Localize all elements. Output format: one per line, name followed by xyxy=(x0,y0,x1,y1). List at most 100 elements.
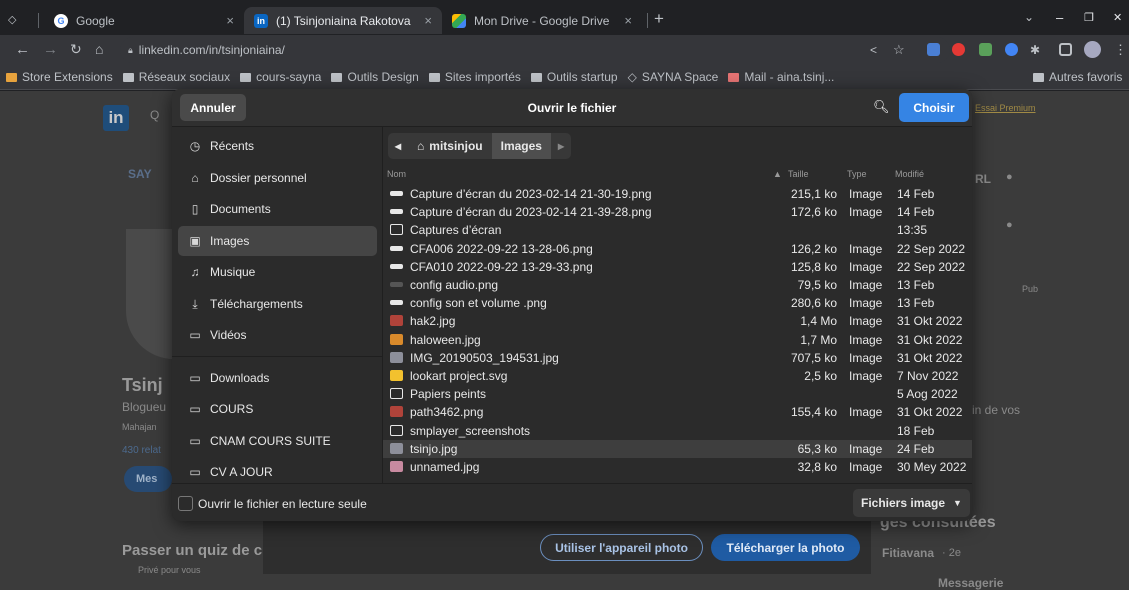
messaging-tab[interactable]: Messagerie xyxy=(938,576,1003,590)
bookmark-folder[interactable]: Outils Design xyxy=(331,70,419,84)
reload-icon[interactable]: ↻ xyxy=(70,41,82,58)
bookmark-store-extensions[interactable]: Store Extensions xyxy=(6,70,113,84)
file-row[interactable]: config son et volume .png 280,6 ko Image 13… xyxy=(383,294,972,312)
file-row[interactable]: Capture d’écran du 2023-02-14 21-39-28.p… xyxy=(383,203,972,221)
tab-list-icon[interactable]: ⌄ xyxy=(1024,10,1034,24)
extension-icon[interactable] xyxy=(979,43,992,56)
share-icon[interactable]: < xyxy=(870,43,877,57)
person-name[interactable]: Fitiavana xyxy=(882,546,934,560)
avatar[interactable] xyxy=(1084,41,1101,58)
home-icon[interactable]: ⌂ xyxy=(95,41,103,57)
path-segment-images[interactable]: Images xyxy=(491,133,551,159)
column-size[interactable]: Taille xyxy=(788,169,809,179)
sidebar-item-music[interactable]: ♫ Musique xyxy=(178,257,377,287)
close-icon[interactable]: × xyxy=(416,13,432,28)
path-forward-button[interactable]: ▸ xyxy=(550,133,572,159)
bookmark-folder[interactable]: Sites importés xyxy=(428,70,521,84)
file-row[interactable]: tsinjo.jpg 65,3 ko Image 24 Feb xyxy=(383,439,972,458)
sidebar-item-cnam[interactable]: ▭ CNAM COURS SUITE xyxy=(178,426,377,456)
file-row[interactable]: hak2.jpg 1,4 Mo Image 31 Okt 2022 xyxy=(383,312,972,330)
dialog-title: Ouvrir le fichier xyxy=(527,101,617,115)
new-tab-button[interactable]: + xyxy=(654,9,664,29)
sidepanel-icon[interactable] xyxy=(1059,43,1072,56)
bookmark-sayna-space[interactable]: ◇ SAYNA Space xyxy=(628,70,719,84)
minimize-icon[interactable]: – xyxy=(1056,10,1063,25)
file-row[interactable]: path3462.png 155,4 ko Image 31 Okt 2022 xyxy=(383,403,972,421)
column-name[interactable]: Nom xyxy=(387,169,406,179)
bookmark-folder[interactable]: Outils startup xyxy=(530,70,618,84)
bookmark-star-icon[interactable]: ☆ xyxy=(893,42,905,58)
back-icon[interactable]: ← xyxy=(15,41,30,58)
path-segment-home[interactable]: ⌂ mitsinjou xyxy=(408,133,492,159)
bookmark-mail[interactable]: Mail - aina.tsinj... xyxy=(728,70,834,84)
use-camera-button[interactable]: Utiliser l'appareil photo xyxy=(540,534,703,561)
path-back-button[interactable]: ◂ xyxy=(388,133,409,159)
file-name: CFA006 2022-09-22 13-28-06.png xyxy=(410,241,593,256)
file-row[interactable]: config audio.png 79,5 ko Image 13 Feb xyxy=(383,276,972,294)
folder-icon: ▭ xyxy=(189,465,201,479)
file-row[interactable]: CFA010 2022-09-22 13-29-33.png 125,8 ko Im… xyxy=(383,258,972,276)
tab-google[interactable]: G Google × xyxy=(44,7,244,34)
upload-photo-button[interactable]: Télécharger la photo xyxy=(711,534,860,561)
file-row[interactable]: haloween.jpg 1,7 Mo Image 31 Okt 2022 xyxy=(383,331,972,349)
menu-icon[interactable]: ⋮ xyxy=(1114,42,1127,58)
extensions-puzzle-icon[interactable]: ✱ xyxy=(1030,43,1040,57)
bookmark-folder[interactable]: cours-sayna xyxy=(240,70,321,84)
file-row[interactable]: Capture d’écran du 2023-02-14 21-30-19.p… xyxy=(383,185,972,203)
sidebar-item-cours[interactable]: ▭ COURS xyxy=(178,394,377,424)
file-size: 32,8 ko xyxy=(797,460,837,474)
search-icon[interactable]: 🔍︎ xyxy=(873,99,890,115)
adblock-extension-icon[interactable] xyxy=(952,43,965,56)
column-type[interactable]: Type xyxy=(847,169,867,179)
file-name: config audio.png xyxy=(410,278,499,292)
file-row[interactable]: smplayer_screenshots 18 Feb xyxy=(383,422,972,440)
sidebar-item-recents[interactable]: ◷ Récents xyxy=(178,131,377,161)
file-modified: 24 Feb xyxy=(897,441,935,456)
file-type: Image xyxy=(849,332,883,347)
tab-linkedin[interactable]: in (1) Tsinjoniaina Rakotova × xyxy=(244,7,442,34)
help-icon[interactable]: ● xyxy=(1006,219,1013,231)
sidebar-item-videos[interactable]: ▭ Vidéos xyxy=(178,320,377,350)
file-row[interactable]: IMG_20190503_194531.jpg 707,5 ko Image 31 O… xyxy=(383,349,972,367)
help-icon[interactable]: ● xyxy=(1006,171,1013,183)
google-favicon-icon: G xyxy=(54,13,68,28)
extension-icon[interactable] xyxy=(1005,43,1018,56)
file-row[interactable]: unnamed.jpg 32,8 ko Image 30 Mey 2022 xyxy=(383,458,972,476)
file-modified: 14 Feb xyxy=(897,205,935,220)
file-type-filter[interactable]: Fichiers image ▼ xyxy=(853,489,970,517)
bookmark-other-folder[interactable]: Autres favoris xyxy=(1033,70,1122,84)
sidebar-item-downloads[interactable]: ⤓ Téléchargements xyxy=(178,289,377,319)
search-icon[interactable]: Q xyxy=(150,108,159,122)
premium-link[interactable]: Essai Premium xyxy=(975,103,1036,113)
close-window-icon[interactable]: ✕ xyxy=(1113,11,1122,24)
profile-open-button[interactable]: Mes xyxy=(124,466,172,492)
address-bar[interactable]: 🔒︎ linkedin.com/in/tsinjoniaina/ xyxy=(120,37,950,63)
extension-icon[interactable] xyxy=(927,43,940,56)
sidebar-item-home[interactable]: ⌂ Dossier personnel xyxy=(178,163,377,193)
sidebar-item-label: Dossier personnel xyxy=(210,171,307,185)
profile-connections[interactable]: 430 relat xyxy=(122,445,161,456)
linkedin-logo[interactable]: in xyxy=(103,105,129,131)
tab-search-icon[interactable]: ◇ xyxy=(8,13,16,26)
mail-icon xyxy=(728,72,740,82)
tab-label: Mon Drive - Google Drive xyxy=(474,13,610,28)
file-row[interactable]: CFA006 2022-09-22 13-28-06.png 126,2 ko Im… xyxy=(383,240,972,258)
sidebar-item-images[interactable]: ▣ Images xyxy=(178,226,377,256)
close-icon[interactable]: × xyxy=(218,13,234,28)
tab-google-drive[interactable]: Mon Drive - Google Drive × xyxy=(442,7,642,34)
choose-button[interactable]: Choisir xyxy=(899,93,969,122)
maximize-icon[interactable]: ❐ xyxy=(1084,11,1094,24)
sidebar-item-documents[interactable]: ▯ Documents xyxy=(178,194,377,224)
forward-icon[interactable]: → xyxy=(43,41,58,58)
readonly-checkbox[interactable] xyxy=(178,496,193,511)
folder-icon: ▭ xyxy=(189,402,201,416)
bookmark-folder[interactable]: Réseaux sociaux xyxy=(122,70,230,84)
file-row[interactable]: Papiers peints 5 Aog 2022 xyxy=(383,385,972,403)
column-modified[interactable]: Modifié xyxy=(895,169,924,179)
file-row[interactable]: Captures d’écran 13:35 xyxy=(383,221,972,239)
file-row[interactable]: lookart project.svg 2,5 ko Image 7 Nov 2022 xyxy=(383,367,972,385)
person-degree: · 2e xyxy=(942,547,961,559)
close-icon[interactable]: × xyxy=(616,13,632,28)
store-icon xyxy=(6,72,17,82)
sidebar-item-downloads-folder[interactable]: ▭ Downloads xyxy=(178,363,377,393)
